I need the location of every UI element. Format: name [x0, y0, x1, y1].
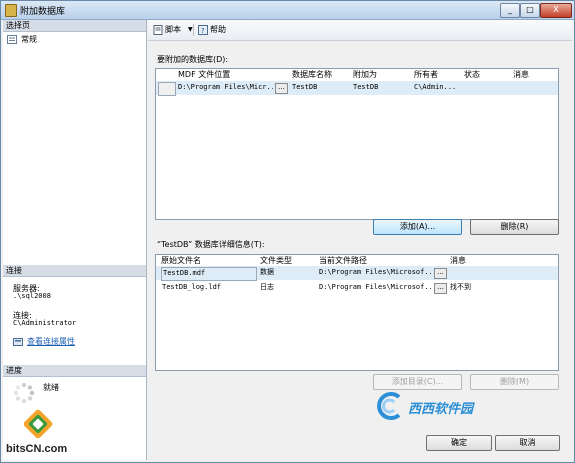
column-header-attach-as: 附加为	[353, 70, 377, 79]
script-label: 脚本	[165, 25, 181, 34]
right-pane: 脚本 ▼ ? 帮助 要附加的数据库(D): MDF 文件位置 数据库名称 附加为…	[148, 20, 572, 440]
title-bar: 附加数据库 _ □ X	[1, 1, 574, 20]
minimize-button[interactable]: _	[500, 3, 520, 18]
column-header-original-filename: 原始文件名	[161, 256, 201, 265]
message-cell: 找不到	[450, 283, 471, 291]
ok-button[interactable]: 确定	[426, 435, 492, 451]
watermark-logo	[377, 392, 401, 420]
properties-icon	[13, 337, 23, 346]
page-item-general[interactable]: 常规	[7, 34, 37, 45]
owner-cell[interactable]: C\Admin...	[414, 82, 456, 93]
attach-as-cell[interactable]: TestDB	[353, 82, 378, 93]
details-label: “TestDB” 数据库详细信息(T):	[157, 240, 265, 249]
page-item-label: 常规	[21, 35, 37, 44]
add-catalog-button[interactable]: 添加目录(C)...	[373, 374, 462, 390]
maximize-button[interactable]: □	[520, 3, 540, 18]
browse-mdf-button[interactable]: ...	[275, 83, 288, 94]
file-type-cell: 日志	[260, 283, 274, 291]
footer-bar: 确定 取消	[148, 432, 572, 462]
remove-file-button[interactable]: 删除(M)	[470, 374, 559, 390]
filename-cell: TestDB.mdf	[161, 267, 257, 281]
column-header-status: 状态	[464, 70, 480, 79]
toolbar: 脚本 ▼ ? 帮助	[148, 20, 572, 41]
progress-spinner-icon	[13, 382, 35, 404]
bitscn-logo	[23, 409, 53, 439]
progress-header: 进度	[3, 365, 146, 377]
column-header-message: 消息	[513, 70, 529, 79]
connection-header: 连接	[3, 265, 146, 277]
column-header-mdf: MDF 文件位置	[178, 70, 231, 79]
filename-cell: TestDB_log.ldf	[162, 283, 222, 291]
toolbar-separator	[193, 24, 194, 36]
attach-database-window: 附加数据库 _ □ X 选择页 常规 连接 服务器: .\sql2008 连接:…	[0, 0, 575, 463]
chevron-down-icon[interactable]: ▼	[188, 26, 193, 33]
database-details-grid: 原始文件名 文件类型 当前文件路径 消息 TestDB.mdf 数据 D:\Pr…	[155, 254, 559, 371]
help-button[interactable]: ? 帮助	[198, 24, 226, 35]
column-header-owner: 所有者	[414, 70, 438, 79]
help-icon: ?	[198, 24, 208, 35]
script-button[interactable]: 脚本 ▼	[153, 24, 193, 35]
svg-text:?: ?	[201, 27, 205, 35]
window-title: 附加数据库	[20, 7, 66, 17]
browse-path-button[interactable]: ...	[434, 268, 447, 279]
table-row[interactable]: TestDB.mdf 数据 D:\Program Files\Microsof.…	[156, 266, 558, 281]
view-connection-properties-link[interactable]: 查看连接属性	[13, 336, 75, 347]
column-header-file-type: 文件类型	[260, 256, 292, 265]
bitscn-watermark-text: bitsCN.com	[6, 443, 68, 455]
server-value: .\sql2008	[13, 292, 51, 300]
help-label: 帮助	[210, 25, 226, 34]
row-selector[interactable]	[158, 82, 176, 96]
select-page-header: 选择页	[3, 20, 146, 32]
script-icon	[153, 24, 163, 35]
file-type-cell: 数据	[260, 268, 274, 276]
remove-database-button[interactable]: 删除(R)	[470, 219, 559, 235]
column-header-db-name: 数据库名称	[292, 70, 332, 79]
view-connection-properties-label: 查看连接属性	[27, 337, 75, 346]
progress-status: 就绪	[43, 383, 59, 392]
watermark-text: 西西软件园	[408, 402, 474, 417]
column-header-message: 消息	[450, 256, 466, 265]
left-pane: 选择页 常规 连接 服务器: .\sql2008 连接: C\Administr…	[3, 20, 147, 460]
cancel-button[interactable]: 取消	[495, 435, 560, 451]
connection-value: C\Administrator	[13, 319, 77, 327]
table-row[interactable]: TestDB_log.ldf 日志 D:\Program Files\Micro…	[156, 281, 558, 295]
mdf-location-cell[interactable]: D:\Program Files\Micr...	[178, 82, 273, 93]
attach-databases-grid: MDF 文件位置 数据库名称 附加为 所有者 状态 消息 D:\Program …	[155, 68, 559, 220]
close-button[interactable]: X	[540, 3, 572, 18]
current-path-cell[interactable]: D:\Program Files\Microsof...	[319, 282, 431, 293]
current-path-cell[interactable]: D:\Program Files\Microsof...	[319, 267, 431, 278]
general-page-icon	[7, 34, 17, 44]
add-database-button[interactable]: 添加(A)...	[373, 219, 462, 235]
database-icon	[5, 4, 17, 17]
browse-path-button[interactable]: ...	[434, 283, 447, 294]
db-name-cell: TestDB	[292, 83, 318, 91]
table-row[interactable]: D:\Program Files\Micr... ... TestDB Test…	[156, 81, 558, 96]
column-header-current-path: 当前文件路径	[319, 256, 367, 265]
attach-databases-label: 要附加的数据库(D):	[157, 55, 229, 64]
